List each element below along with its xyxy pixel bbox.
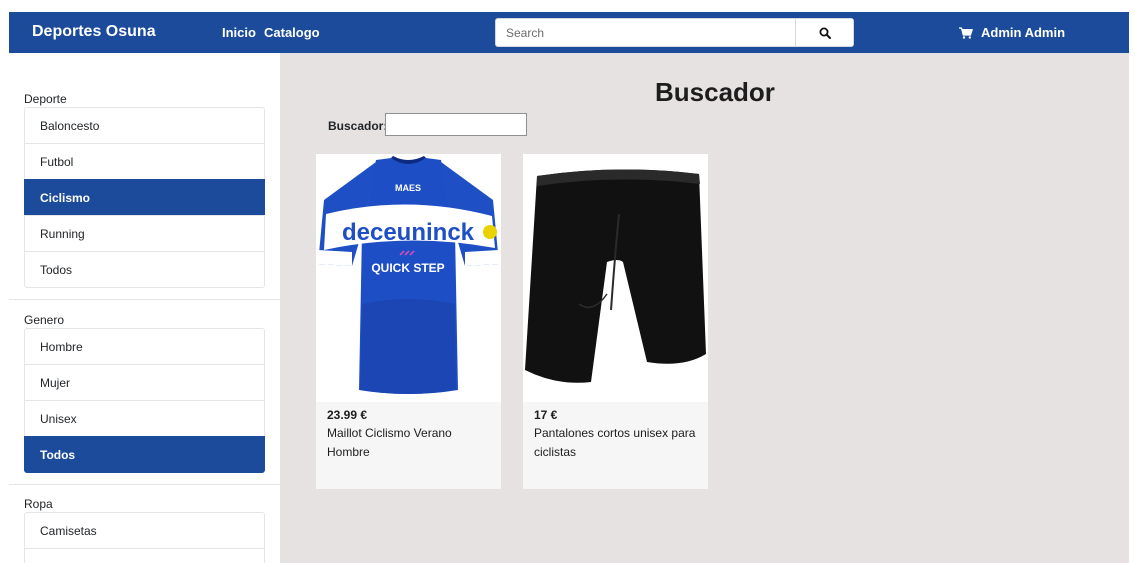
buscador-input[interactable]	[385, 113, 527, 136]
buscador-label: Buscador:	[328, 119, 388, 133]
filter-item-running[interactable]: Running	[24, 215, 265, 252]
top-navbar: Deportes Osuna Inicio Catalogo Admin Adm…	[9, 12, 1129, 53]
cycling-shorts-image	[525, 169, 706, 383]
product-image	[523, 154, 708, 402]
nav-link-inicio[interactable]: Inicio	[222, 25, 256, 40]
svg-text:MAES: MAES	[395, 183, 421, 193]
deporte-list: Baloncesto Futbol Ciclismo Running Todos	[24, 107, 265, 288]
filter-item-camisetas[interactable]: Camisetas	[24, 512, 265, 549]
product-image: deceuninck MAES QUICK STEP	[316, 154, 501, 402]
genero-list: Hombre Mujer Unisex Todos	[24, 328, 265, 473]
filter-sidebar: Deporte Baloncesto Futbol Ciclismo Runni…	[9, 53, 280, 563]
main-content: Buscador Buscador: deceuninck MAES QUICK…	[280, 53, 1129, 563]
page-title: Buscador	[655, 77, 775, 107]
product-info: 23.99 € Maillot Ciclismo Verano Hombre	[316, 402, 501, 489]
product-name: Maillot Ciclismo Verano Hombre	[327, 426, 452, 459]
user-name: Admin Admin	[981, 25, 1066, 40]
ropa-list: Camisetas	[24, 512, 265, 563]
filter-item-ropa-next[interactable]	[24, 548, 265, 563]
filter-item-genero-todos[interactable]: Todos	[24, 436, 265, 473]
svg-text:deceuninck: deceuninck	[342, 219, 475, 246]
search-icon	[819, 27, 831, 39]
section-title-deporte: Deporte	[24, 92, 67, 106]
section-divider	[9, 484, 280, 485]
search-form	[495, 18, 854, 47]
product-info: 17 € Pantalones cortos unisex para cicli…	[523, 402, 708, 489]
product-price: 17 €	[534, 408, 558, 422]
filter-item-mujer[interactable]: Mujer	[24, 364, 265, 401]
filter-item-baloncesto[interactable]: Baloncesto	[24, 107, 265, 144]
product-price: 23.99 €	[327, 408, 368, 422]
search-input[interactable]	[496, 19, 796, 46]
brand-link[interactable]: Deportes Osuna	[32, 23, 156, 41]
section-divider	[9, 299, 280, 300]
filter-item-hombre[interactable]: Hombre	[24, 328, 265, 365]
product-card[interactable]: deceuninck MAES QUICK STEP 23.99 € Maill…	[316, 154, 501, 489]
filter-item-unisex[interactable]: Unisex	[24, 400, 265, 437]
filter-item-ciclismo[interactable]: Ciclismo	[24, 179, 265, 216]
nav-link-catalogo[interactable]: Catalogo	[264, 25, 320, 40]
svg-text:QUICK STEP: QUICK STEP	[371, 261, 444, 275]
product-card[interactable]: 17 € Pantalones cortos unisex para cicli…	[523, 154, 708, 489]
filter-item-deporte-todos[interactable]: Todos	[24, 251, 265, 288]
filter-item-futbol[interactable]: Futbol	[24, 143, 265, 180]
cart-user-link[interactable]: Admin Admin	[959, 25, 1065, 40]
cycling-jersey-image: deceuninck MAES QUICK STEP	[318, 156, 499, 394]
product-name: Pantalones cortos unisex para ciclistas	[534, 426, 696, 459]
search-button[interactable]	[795, 19, 853, 46]
section-title-ropa: Ropa	[24, 497, 53, 511]
cart-icon	[959, 26, 973, 39]
section-title-genero: Genero	[24, 313, 65, 327]
